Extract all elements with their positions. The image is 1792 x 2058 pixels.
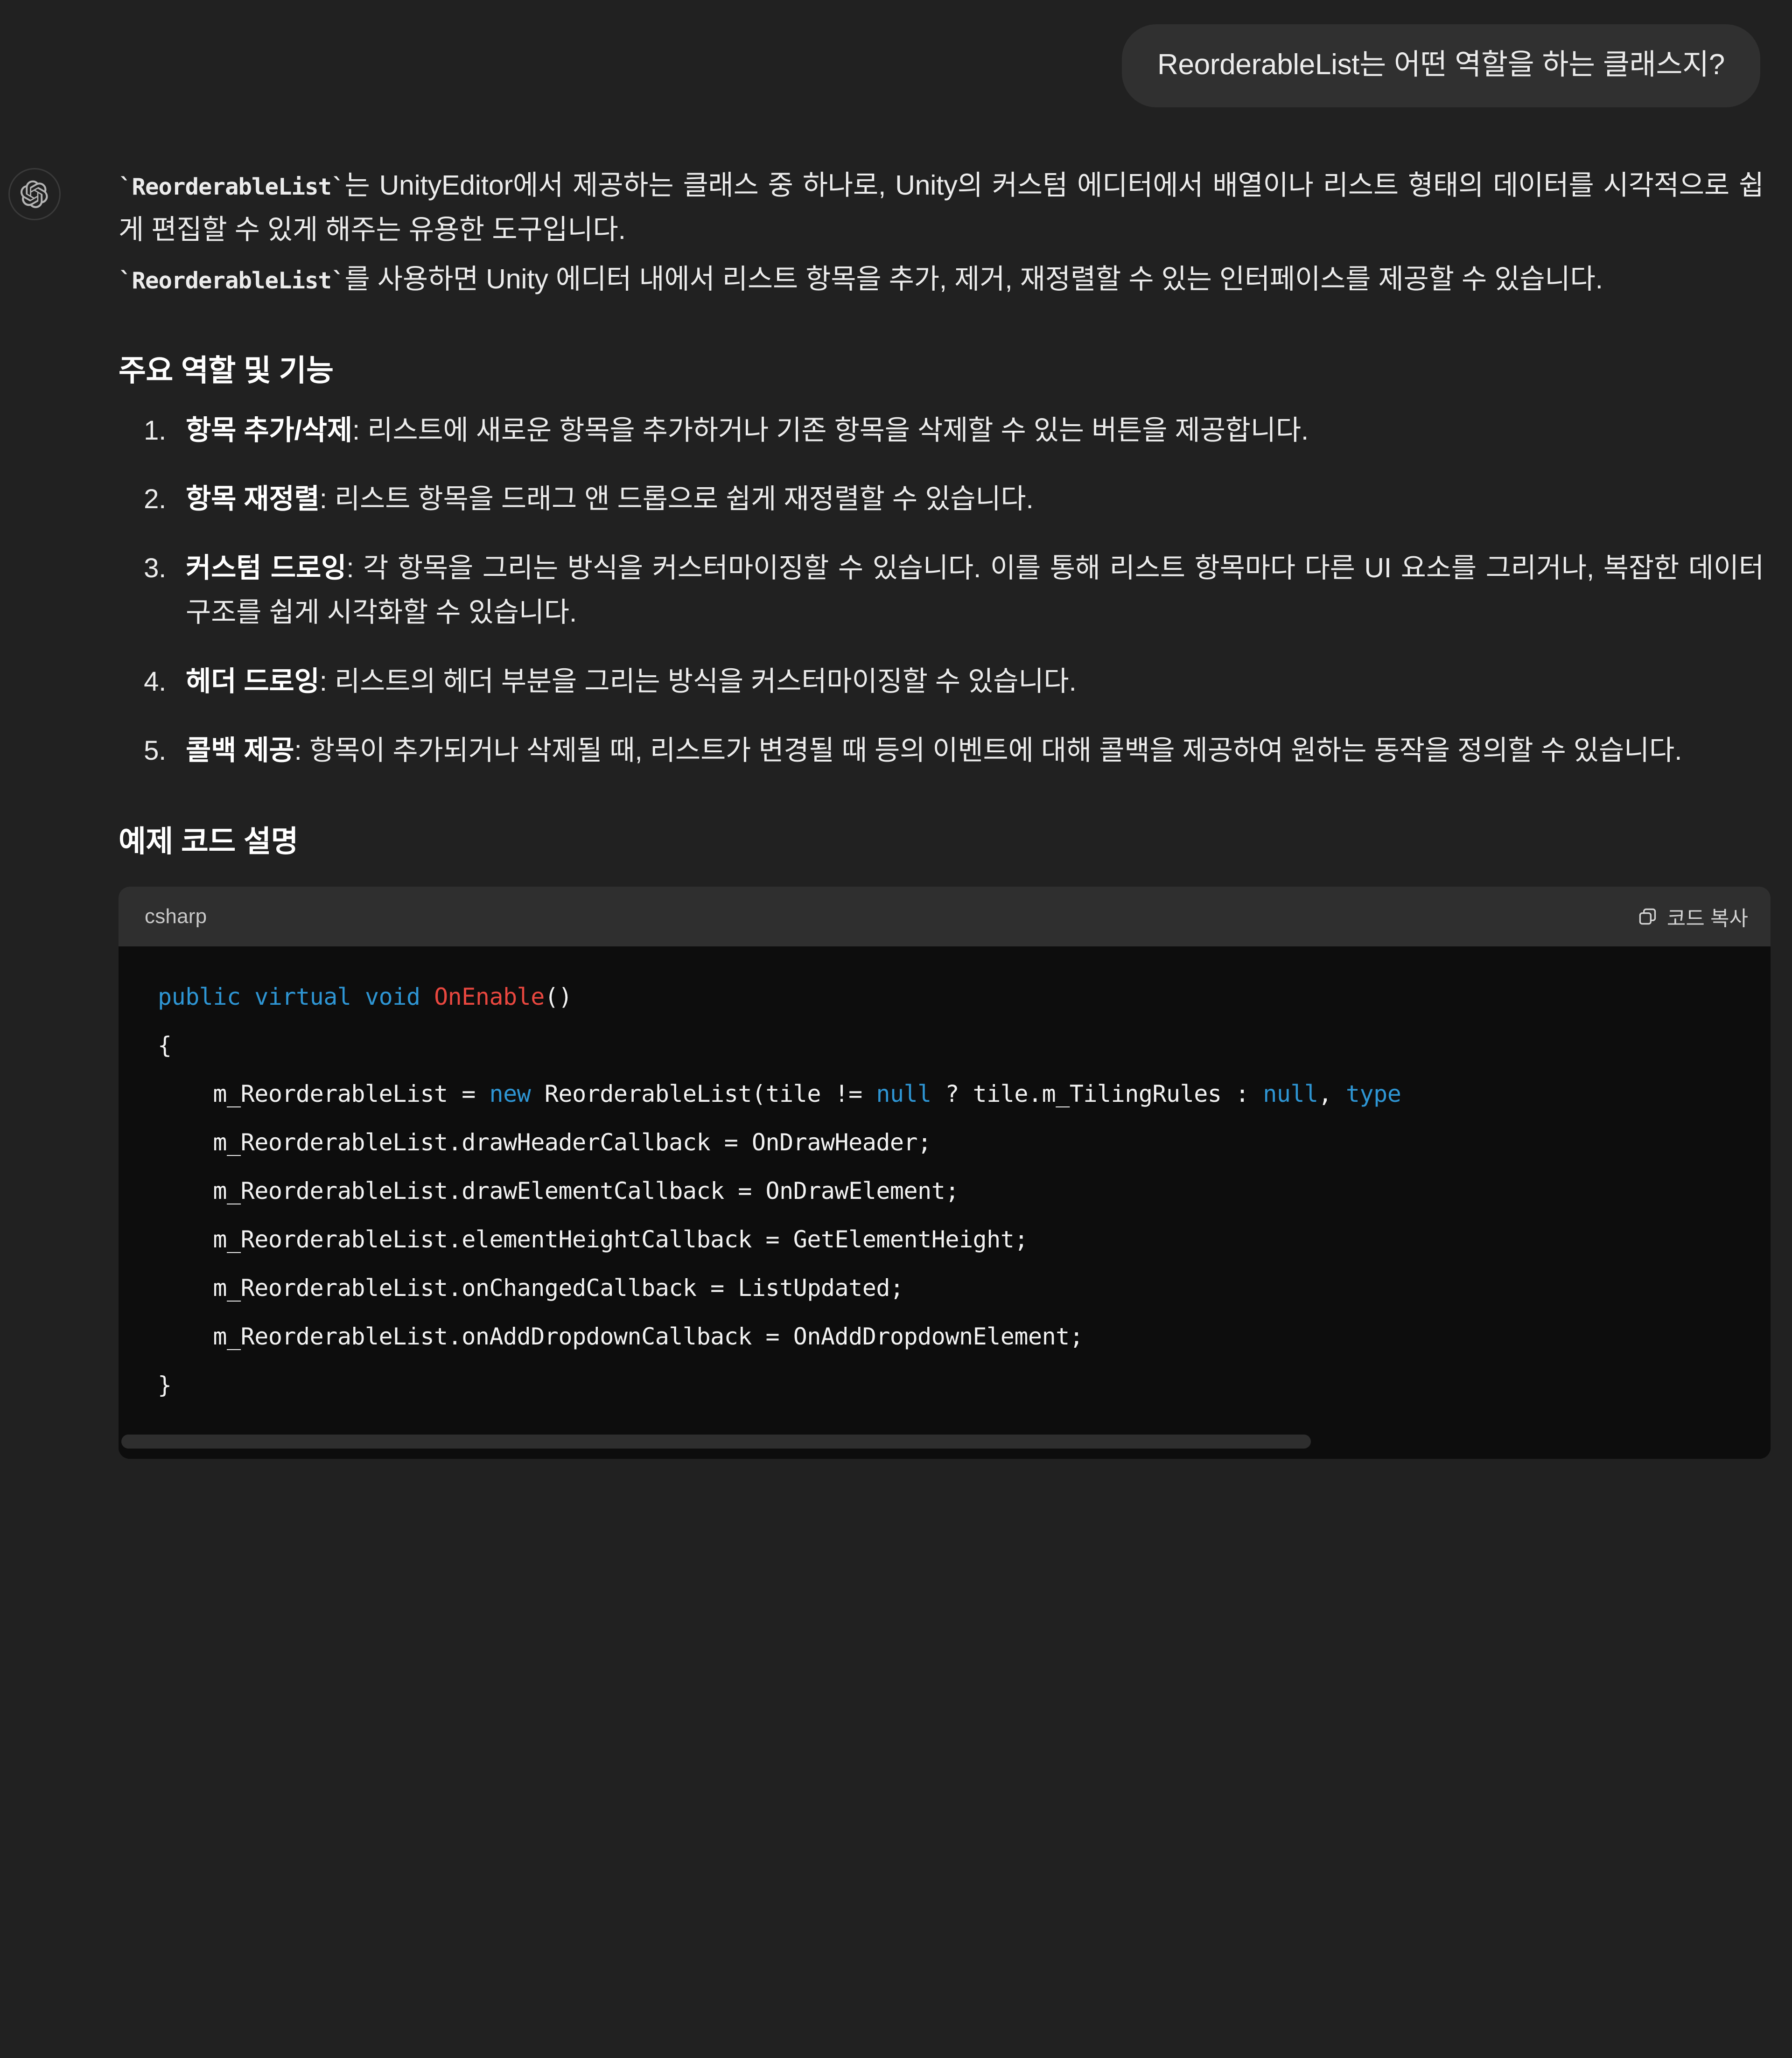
intro-paragraph-2: `ReorderableList`를 사용하면 Unity 에디터 내에서 리스… [119, 257, 1764, 302]
code-content[interactable]: public virtual void OnEnable() { m_Reord… [119, 973, 1771, 1435]
code-token: public virtual void [158, 983, 434, 1011]
intro-paragraph-1-text: 는 UnityEditor에서 제공하는 클래스 중 하나로, Unity의 커… [119, 169, 1764, 245]
list-item: 항목 재정렬: 리스트 항목을 드래그 앤 드롭으로 쉽게 재정렬할 수 있습니… [174, 477, 1764, 522]
feature-list: 항목 추가/삭제: 리스트에 새로운 항목을 추가하거나 기존 항목을 삭제할 … [119, 408, 1764, 773]
feature-desc: : 각 항목을 그리는 방식을 커스터마이징할 수 있습니다. 이를 통해 리스… [186, 552, 1764, 628]
feature-term: 항목 추가/삭제 [186, 414, 352, 446]
assistant-turn: `ReorderableList`는 UnityEditor에서 제공하는 클래… [0, 107, 1792, 1459]
code-token: , [1318, 1080, 1346, 1108]
code-token: null [1263, 1080, 1318, 1108]
copy-code-button[interactable]: 코드 복사 [1637, 902, 1748, 931]
list-item: 항목 추가/삭제: 리스트에 새로운 항목을 추가하거나 기존 항목을 삭제할 … [174, 408, 1764, 453]
user-turn: ReorderableList는 어떤 역할을 하는 클래스지? [0, 0, 1792, 107]
code-token: { [158, 1032, 172, 1059]
code-area: public virtual void OnEnable() { m_Reord… [119, 946, 1771, 1459]
feature-desc: : 리스트에 새로운 항목을 추가하거나 기존 항목을 삭제할 수 있는 버튼을… [352, 414, 1309, 446]
feature-term: 항목 재정렬 [186, 483, 320, 515]
assistant-message-body: `ReorderableList`는 UnityEditor에서 제공하는 클래… [73, 163, 1771, 1459]
code-block-header: csharp 코드 복사 [119, 887, 1771, 947]
feature-term: 헤더 드로잉 [186, 665, 320, 697]
code-token: new [489, 1080, 545, 1108]
scrollbar-thumb[interactable] [121, 1435, 1311, 1449]
copy-icon [1637, 906, 1658, 927]
inline-code-reorderablelist-2: `ReorderableList` [119, 267, 345, 294]
code-token: m_ReorderableList.drawHeaderCallback = O… [158, 1129, 931, 1156]
code-language-label: csharp [145, 905, 207, 928]
assistant-avatar [8, 168, 61, 220]
list-item: 콜백 제공: 항목이 추가되거나 삭제될 때, 리스트가 변경될 때 등의 이벤… [174, 728, 1764, 773]
feature-term: 콜백 제공 [186, 735, 294, 766]
chat-page: ReorderableList는 어떤 역할을 하는 클래스지? `Reorde… [0, 0, 1792, 2058]
code-token: type [1345, 1080, 1401, 1108]
code-token: OnEnable [434, 983, 545, 1011]
heading-example-code: 예제 코드 설명 [119, 825, 298, 859]
heading-main-roles: 주요 역할 및 기능 [119, 353, 334, 387]
code-horizontal-scrollbar[interactable] [119, 1435, 1771, 1459]
feature-desc: : 항목이 추가되거나 삭제될 때, 리스트가 변경될 때 등의 이벤트에 대해… [294, 735, 1682, 766]
code-block: csharp 코드 복사 public virtual void OnEnabl… [119, 887, 1771, 1459]
code-token: m_ReorderableList.onAddDropdownCallback … [158, 1323, 1084, 1351]
feature-term: 커스텀 드로잉 [186, 552, 347, 583]
openai-logo-icon [20, 180, 49, 209]
code-token: m_ReorderableList.onChangedCallback = Li… [158, 1274, 904, 1302]
code-token: m_ReorderableList.elementHeightCallback … [158, 1226, 1028, 1253]
inline-code-reorderablelist: `ReorderableList` [119, 173, 345, 200]
code-token: } [158, 1372, 172, 1399]
feature-desc: : 리스트의 헤더 부분을 그리는 방식을 커스터마이징할 수 있습니다. [319, 665, 1077, 697]
user-message-bubble[interactable]: ReorderableList는 어떤 역할을 하는 클래스지? [1122, 24, 1760, 107]
code-token: null [876, 1080, 931, 1108]
intro-paragraph-2-text: 를 사용하면 Unity 에디터 내에서 리스트 항목을 추가, 제거, 재정렬… [344, 264, 1603, 295]
code-token: () [544, 983, 573, 1011]
code-token: m_ReorderableList.drawElementCallback = … [158, 1177, 959, 1205]
code-token: ? tile.m_TilingRules : [931, 1080, 1263, 1108]
code-token: ReorderableList(tile != [544, 1080, 876, 1108]
intro-paragraph-1: `ReorderableList`는 UnityEditor에서 제공하는 클래… [119, 163, 1764, 252]
code-token: m_ReorderableList = [158, 1080, 490, 1108]
copy-code-label: 코드 복사 [1666, 907, 1748, 931]
feature-desc: : 리스트 항목을 드래그 앤 드롭으로 쉽게 재정렬할 수 있습니다. [319, 483, 1034, 515]
list-item: 커스텀 드로잉: 각 항목을 그리는 방식을 커스터마이징할 수 있습니다. 이… [174, 546, 1764, 635]
list-item: 헤더 드로잉: 리스트의 헤더 부분을 그리는 방식을 커스터마이징할 수 있습… [174, 659, 1764, 704]
